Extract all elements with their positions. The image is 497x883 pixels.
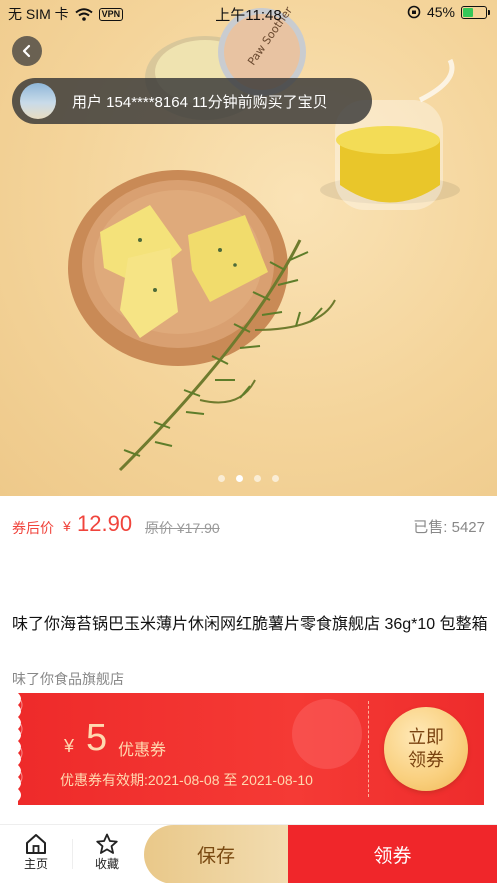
product-photo: Paw Soother xyxy=(68,4,460,472)
product-image-carousel[interactable]: Paw Soother 用户 154****8164 11分钟前购买了宝贝 xyxy=(0,0,497,496)
home-icon xyxy=(26,834,46,854)
coupon-currency: ¥ xyxy=(64,736,75,756)
price-row: 券后价 ¥ 12.90 原价 ¥17.90 已售: 5427 xyxy=(0,496,497,556)
chevron-left-icon xyxy=(22,44,31,58)
sold-count: 已售: 5427 xyxy=(413,519,485,536)
original-price: 原价 ¥17.90 xyxy=(145,520,220,536)
coupon-price: 12.90 xyxy=(77,511,133,536)
after-coupon-label: 券后价 xyxy=(12,520,54,536)
carousel-indicator xyxy=(0,475,497,482)
nav-divider xyxy=(72,839,73,869)
status-bar: 无 SIM 卡 VPN 上午11:48 45% xyxy=(0,0,497,26)
back-button[interactable] xyxy=(12,36,42,66)
purchase-notice-text: 用户 154****8164 11分钟前购买了宝贝 xyxy=(72,93,328,111)
claim-coupon-button[interactable]: 立即 领券 xyxy=(384,707,468,791)
carousel-dot[interactable] xyxy=(218,475,225,482)
carousel-dot[interactable] xyxy=(272,475,279,482)
battery-percent: 45% xyxy=(426,4,455,20)
save-button[interactable]: 保存 xyxy=(144,825,288,883)
carousel-dot[interactable] xyxy=(254,475,261,482)
claim-button[interactable]: 领券 xyxy=(288,825,497,883)
buyer-avatar xyxy=(20,83,56,119)
coupon-validity: 优惠券有效期:2021-08-08 至 2021-08-10 xyxy=(60,772,313,788)
carousel-dot-active[interactable] xyxy=(236,475,243,482)
purchase-notice: 用户 154****8164 11分钟前购买了宝贝 xyxy=(12,78,372,124)
battery-level xyxy=(463,7,473,17)
nav-home-label: 主页 xyxy=(23,857,48,871)
nav-favorite-label: 收藏 xyxy=(94,857,119,871)
coupon-card[interactable]: ¥ 5 优惠券 优惠券有效期:2021-08-08 至 2021-08-10 立… xyxy=(12,693,484,805)
battery-icon xyxy=(461,5,490,19)
coupon-label: 优惠券 xyxy=(118,742,167,759)
coupon-amount: 5 xyxy=(86,717,108,759)
coupon-edge-decoration xyxy=(12,693,23,805)
star-icon xyxy=(96,833,118,854)
shop-name[interactable]: 味了你食品旗舰店 xyxy=(12,669,124,689)
claim-coupon-label-line2: 领券 xyxy=(408,750,444,770)
claim-coupon-label-line1: 立即 xyxy=(408,727,444,747)
orientation-lock-icon xyxy=(407,5,421,19)
nav-favorite[interactable]: 收藏 xyxy=(77,833,137,872)
coupon-divider xyxy=(368,701,369,797)
product-title: 味了你海苔锅巴玉米薄片休闲网红脆薯片零食旗舰店 36g*10 包整箱 xyxy=(12,616,488,633)
coupon-decoration xyxy=(292,699,362,769)
bottom-action-bar: 主页 收藏 保存 领券 xyxy=(0,824,497,883)
currency-symbol: ¥ xyxy=(63,518,71,534)
nav-home[interactable]: 主页 xyxy=(6,833,66,872)
